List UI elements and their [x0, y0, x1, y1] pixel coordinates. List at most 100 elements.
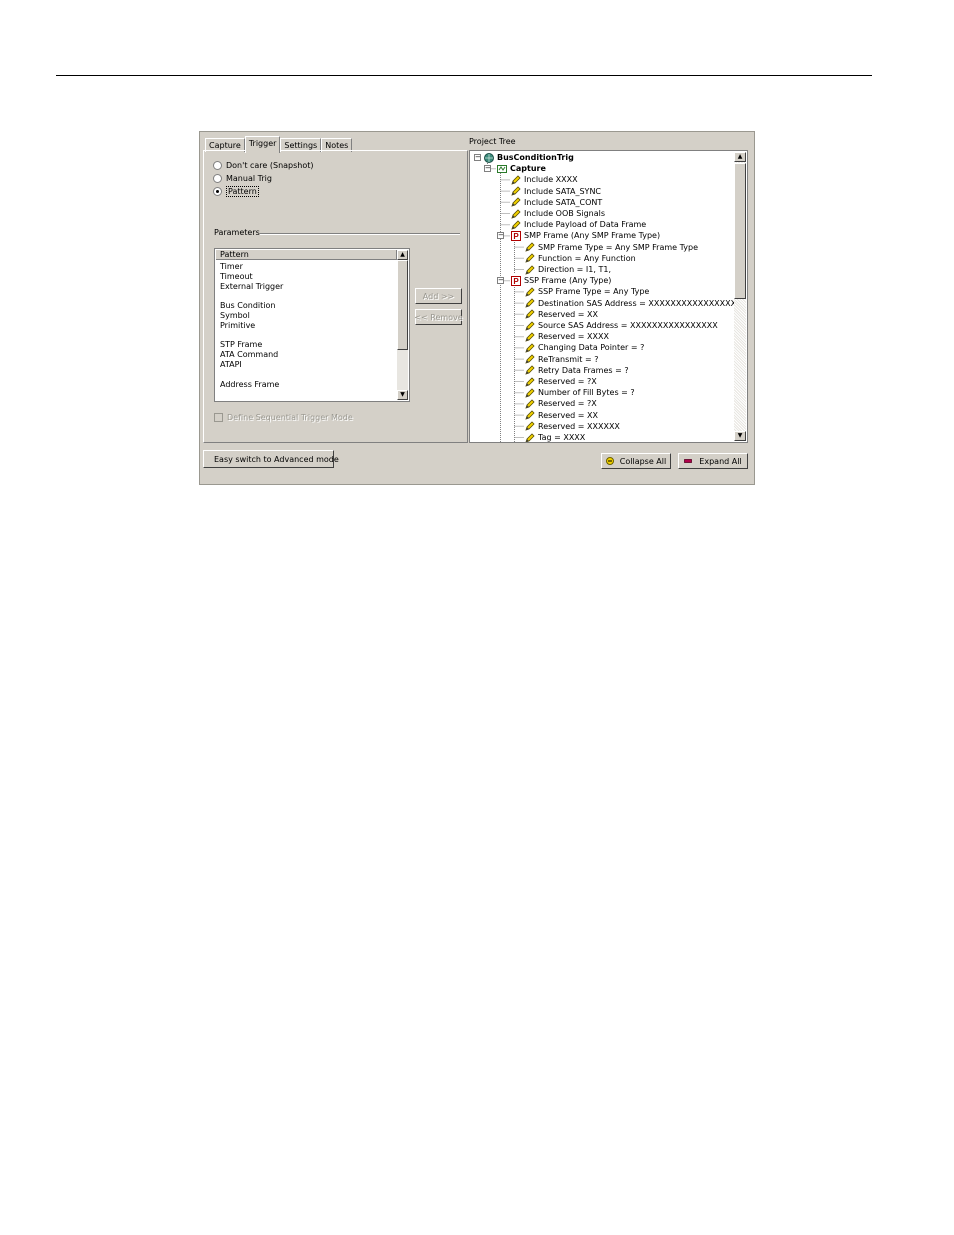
sequential-trigger-checkbox[interactable]: Define Sequential Trigger Mode — [214, 413, 353, 422]
project-tree[interactable]: BusConditionTrig − Capture − Include XXXX Inc… — [469, 150, 748, 443]
tree-node[interactable]: SSP Frame Type = Any Type — [525, 286, 649, 297]
radio-pattern-circle[interactable] — [213, 187, 222, 196]
parameters-label: Parameters — [214, 228, 260, 237]
tree-node-label: SSP Frame Type = Any Type — [538, 287, 650, 297]
pencil-icon — [525, 242, 535, 252]
tree-node[interactable]: Number of Fill Bytes = ? — [525, 387, 635, 398]
tree-node-label: Tag = XXXX — [538, 433, 586, 442]
tree-node[interactable]: SMP Frame Type = Any SMP Frame Type — [525, 242, 698, 253]
pencil-icon — [525, 354, 535, 364]
tree-node[interactable]: Reserved = ?X — [525, 398, 597, 409]
collapse-all-label: Collapse All — [619, 456, 667, 466]
tree-node-label: Reserved = XXXXXX — [538, 421, 620, 431]
tree-node[interactable]: ReTransmit = ? — [525, 354, 598, 365]
p-icon: P — [511, 275, 521, 286]
tree-node-label: SMP Frame (Any SMP Frame Type) — [524, 231, 661, 241]
tree-node[interactable]: Reserved = XX — [525, 309, 598, 320]
radio-dont-care-circle[interactable] — [213, 161, 222, 170]
sequential-checkbox-box[interactable] — [214, 413, 223, 422]
tree-node[interactable]: P SSP Frame (Any Type) — [511, 275, 611, 286]
scroll-down-arrow-icon[interactable]: ▼ — [397, 390, 408, 400]
pencil-icon — [525, 343, 535, 353]
tree-node[interactable]: Reserved = ?X — [525, 376, 597, 387]
pencil-icon — [525, 253, 535, 263]
tab-trigger[interactable]: Trigger — [244, 136, 281, 153]
collapse-toggle-icon[interactable]: − — [497, 232, 504, 240]
pencil-icon — [525, 320, 535, 331]
collapse-all-button[interactable]: Collapse All — [601, 453, 671, 469]
list-item — [220, 291, 395, 301]
scroll-down-arrow-icon[interactable]: ▼ — [734, 431, 746, 441]
trigger-dialog: Capture Trigger Settings Notes Don't car… — [199, 131, 755, 485]
tree-node[interactable]: BusConditionTrig — [484, 152, 574, 163]
tree-node[interactable]: Include SATA_SYNC — [511, 186, 601, 197]
collapse-toggle-icon[interactable]: − — [474, 154, 481, 161]
tree-node[interactable]: Tag = XXXX — [525, 432, 586, 442]
tree-node[interactable]: Direction = I1, T1, — [525, 264, 611, 275]
scroll-up-arrow-icon[interactable]: ▲ — [734, 152, 746, 162]
tree-node[interactable]: Source SAS Address = XXXXXXXXXXXXXXXX — [525, 320, 718, 331]
tree-node-label: Include OOB Signals — [524, 209, 606, 218]
tree-node[interactable]: Function = Any Function — [525, 253, 636, 264]
tree-node[interactable]: Include SATA_CONT — [511, 197, 602, 208]
tree-node-label: SMP Frame Type = Any SMP Frame Type — [538, 242, 698, 252]
list-item[interactable]: Symbol — [220, 311, 395, 321]
list-item[interactable]: STP Frame — [220, 340, 395, 350]
pencil-icon — [525, 365, 535, 375]
tree-node[interactable]: Reserved = XX — [525, 410, 598, 421]
radio-manual-trig-circle[interactable] — [213, 174, 222, 183]
tree-node[interactable]: Capture — [497, 163, 546, 174]
list-item[interactable]: Primitive — [220, 321, 395, 331]
tree-node[interactable]: Reserved = XXXX — [525, 331, 609, 342]
expand-all-label: Expand All — [699, 456, 742, 466]
advanced-mode-button[interactable]: Easy switch to Advanced mode — [203, 450, 339, 468]
tree-node[interactable]: Include XXXX — [511, 174, 578, 185]
radio-pattern[interactable]: Pattern — [213, 186, 259, 197]
capture-icon — [497, 164, 507, 173]
tree-node-label: Reserved = ?X — [538, 377, 597, 386]
pencil-icon — [525, 332, 535, 342]
tree-node-label: SSP Frame (Any Type) — [524, 276, 612, 286]
list-item[interactable]: ATA Command — [220, 350, 395, 360]
collapse-toggle-icon[interactable]: − — [497, 277, 504, 285]
scroll-up-arrow-icon[interactable]: ▲ — [397, 250, 408, 260]
list-item[interactable]: Timeout — [220, 272, 395, 282]
remove-button[interactable]: << Remove — [414, 309, 463, 325]
add-button[interactable]: Add >> — [415, 288, 462, 304]
radio-dont-care[interactable]: Don't care (Snapshot) — [213, 160, 314, 171]
list-item — [220, 331, 395, 341]
pencil-icon — [525, 432, 535, 442]
pencil-icon — [525, 376, 535, 387]
tree-node[interactable]: Include Payload of Data Frame — [511, 219, 646, 230]
pattern-list-header[interactable]: Pattern — [216, 250, 397, 260]
tree-node[interactable]: Destination SAS Address = XXXXXXXXXXXXXX… — [525, 298, 736, 309]
pencil-icon — [511, 208, 521, 219]
tree-node[interactable]: Include OOB Signals — [511, 208, 605, 219]
scroll-thumb[interactable] — [397, 260, 408, 350]
scroll-thumb[interactable] — [734, 163, 746, 299]
pencil-icon — [511, 175, 521, 185]
pattern-listbox[interactable]: Pattern Timer Timeout External Trigger B… — [214, 248, 410, 402]
expand-all-button[interactable]: Expand All — [678, 453, 748, 469]
pattern-list-items: Timer Timeout External Trigger Bus Condi… — [220, 262, 395, 389]
tree-node-label: Include Payload of Data Frame — [524, 220, 647, 230]
collapse-circle-icon — [605, 457, 614, 465]
pencil-icon — [525, 298, 535, 308]
tree-node[interactable]: Changing Data Pointer = ? — [525, 342, 644, 353]
tree-scrollbar[interactable]: ▲ ▼ — [734, 152, 746, 441]
tree-node[interactable]: Retry Data Frames = ? — [525, 365, 629, 376]
pattern-list-scrollbar[interactable]: ▲ ▼ — [397, 250, 408, 400]
tree-node-label: Reserved = XX — [538, 309, 598, 319]
list-item[interactable]: Address Frame — [220, 380, 395, 390]
tree-node-label: Include SATA_CONT — [524, 197, 603, 207]
tree-node[interactable]: P SMP Frame (Any SMP Frame Type) — [511, 230, 660, 241]
collapse-toggle-icon[interactable]: − — [484, 165, 491, 173]
list-item[interactable]: External Trigger — [220, 282, 395, 292]
list-item[interactable]: Timer — [220, 262, 395, 272]
radio-manual-trig[interactable]: Manual Trig — [213, 173, 272, 184]
tree-node[interactable]: Reserved = XXXXXX — [525, 421, 620, 432]
list-item[interactable]: ATAPI — [220, 360, 395, 370]
list-item[interactable]: Bus Condition — [220, 301, 395, 311]
pencil-icon — [525, 388, 535, 398]
tree-node-label: Capture — [510, 164, 546, 174]
